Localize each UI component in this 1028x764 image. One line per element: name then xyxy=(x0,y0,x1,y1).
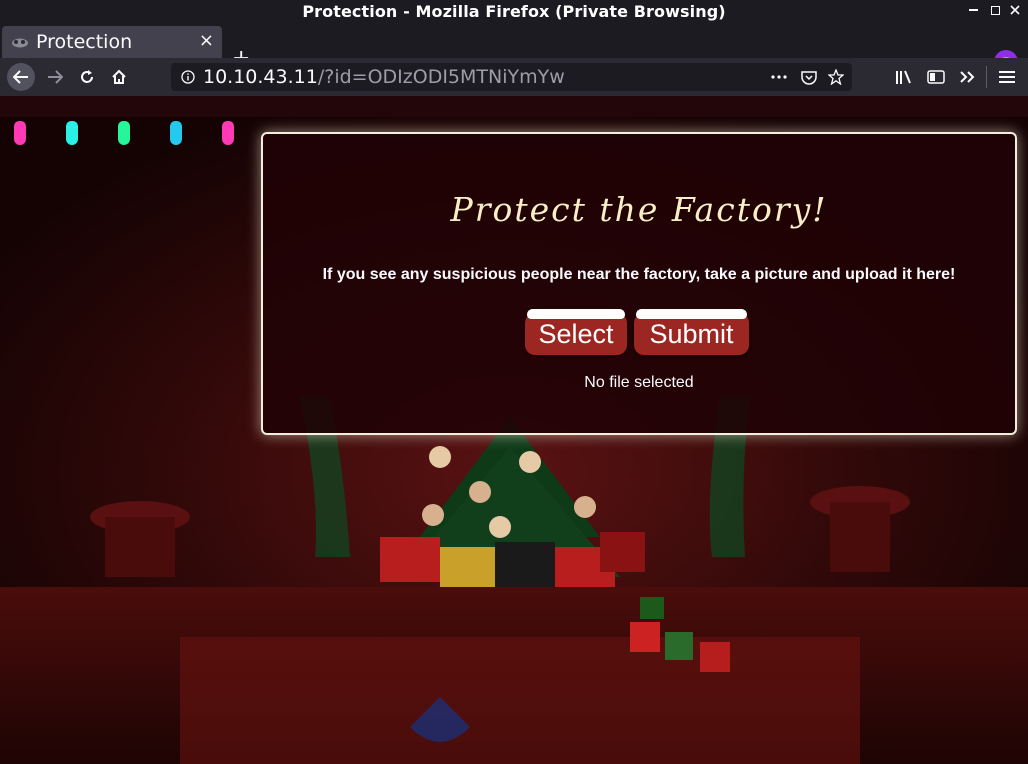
url-text[interactable]: 10.10.43.11/?id=ODIzODI5MTNiYmYw xyxy=(203,66,565,88)
string-light-icon xyxy=(170,121,182,145)
tab-favicon-icon xyxy=(10,35,30,49)
string-light-icon xyxy=(222,121,234,145)
tab-protection[interactable]: Protection × xyxy=(2,26,222,58)
overflow-chevron-icon[interactable] xyxy=(957,67,977,87)
select-file-button[interactable]: Select xyxy=(525,309,627,355)
url-host: 10.10.43.11 xyxy=(203,66,318,88)
string-light-icon xyxy=(14,121,26,145)
page-heading: Protect the Factory! xyxy=(450,190,828,229)
string-light-icon xyxy=(118,121,130,145)
file-status-text: No file selected xyxy=(584,374,694,391)
bookmark-star-icon[interactable] xyxy=(828,69,844,85)
page-actions-icon[interactable] xyxy=(771,69,787,85)
reload-icon[interactable] xyxy=(73,63,101,91)
toolbar-separator xyxy=(986,66,987,88)
back-icon[interactable] xyxy=(7,63,35,91)
hamburger-menu-icon[interactable] xyxy=(997,67,1017,87)
site-info-icon[interactable] xyxy=(181,70,195,84)
submit-button[interactable]: Submit xyxy=(634,309,749,355)
forward-icon[interactable] xyxy=(41,63,69,91)
url-bar[interactable]: 10.10.43.11/?id=ODIzODI5MTNiYmYw xyxy=(171,63,852,91)
window-titlebar: Protection - Mozilla Firefox (Private Br… xyxy=(0,0,1028,22)
string-light-icon xyxy=(66,121,78,145)
page-viewport: Protect the Factory! If you see any susp… xyxy=(0,117,1028,764)
tab-label: Protection xyxy=(36,31,133,53)
library-icon[interactable] xyxy=(894,67,914,87)
url-path: /?id=ODIzODI5MTNiYmYw xyxy=(317,66,565,88)
maximize-icon[interactable] xyxy=(988,3,1002,17)
window-title: Protection - Mozilla Firefox (Private Br… xyxy=(302,1,726,21)
upload-card: Protect the Factory! If you see any susp… xyxy=(261,132,1017,435)
close-window-icon[interactable] xyxy=(1008,3,1022,17)
page-top-strip xyxy=(0,96,1028,117)
navigation-toolbar: 10.10.43.11/?id=ODIzODI5MTNiYmYw xyxy=(0,58,1028,96)
tab-close-icon[interactable]: × xyxy=(199,32,214,50)
sidebar-icon[interactable] xyxy=(926,67,946,87)
minimize-icon[interactable] xyxy=(966,3,980,17)
tab-strip: Protection × + xyxy=(0,22,1028,74)
pocket-icon[interactable] xyxy=(801,69,817,85)
instruction-text: If you see any suspicious people near th… xyxy=(322,266,956,283)
home-icon[interactable] xyxy=(105,63,133,91)
